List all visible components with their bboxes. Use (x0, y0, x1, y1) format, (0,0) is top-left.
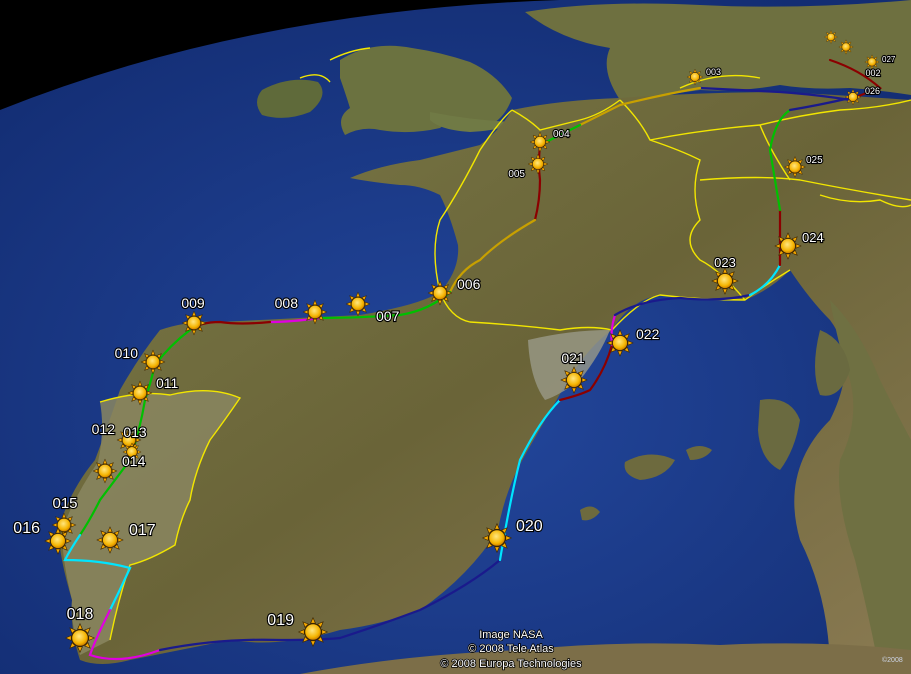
waypoint-label: 023 (714, 255, 736, 270)
sun-icon[interactable] (529, 131, 551, 153)
waypoint-label: 008 (275, 295, 299, 311)
sun-icon[interactable] (560, 366, 588, 394)
sun-icon[interactable] (784, 156, 806, 178)
waypoint-label: 007 (376, 308, 400, 324)
waypoint-label: 016 (13, 520, 40, 537)
waypoint-label: 012 (92, 421, 116, 437)
waypoint-label: 011 (156, 375, 179, 391)
waypoint-label: 014 (122, 453, 146, 469)
waypoint-label: 005 (508, 169, 525, 180)
sun-icon[interactable] (606, 329, 634, 357)
sun-icon[interactable] (482, 523, 512, 553)
waypoint-label: 027 (882, 55, 896, 64)
sun-icon[interactable] (427, 280, 453, 306)
sun-icon[interactable] (686, 68, 704, 86)
waypoint-label: 004 (553, 129, 570, 140)
waypoint-label: 017 (129, 522, 156, 539)
corner-copyright: ©2008 (882, 656, 903, 664)
attribution-line-3: © 2008 Europa Technologies (440, 658, 582, 670)
waypoint-label: 021 (561, 350, 585, 366)
waypoint-label: 002 (865, 68, 880, 78)
waypoint-label: 019 (267, 612, 294, 629)
sun-icon[interactable] (92, 458, 118, 484)
sun-icon[interactable] (44, 527, 72, 555)
sun-icon[interactable] (181, 310, 207, 336)
sun-icon[interactable] (96, 526, 124, 554)
attribution-line-1: Image NASA (479, 629, 543, 641)
sun-icon[interactable] (864, 54, 880, 70)
attribution-line-2: © 2008 Tele Atlas (468, 643, 554, 655)
sun-icon[interactable] (527, 153, 549, 175)
sun-icon[interactable] (302, 299, 328, 325)
waypoint-label: 006 (457, 276, 481, 292)
waypoint-label: 018 (67, 606, 94, 623)
waypoint-label: 015 (52, 495, 77, 512)
waypoint-label: 026 (865, 86, 880, 96)
sun-icon[interactable] (140, 349, 166, 375)
sun-icon[interactable] (65, 623, 95, 653)
sun-icon[interactable] (774, 232, 802, 260)
sun-icon[interactable] (711, 267, 739, 295)
waypoint-label: 025 (806, 155, 823, 166)
sun-icon[interactable] (844, 88, 862, 106)
waypoint-label: 013 (123, 424, 147, 440)
waypoint-label: 024 (802, 230, 824, 245)
sun-icon[interactable] (298, 617, 328, 647)
sun-icon[interactable] (838, 39, 854, 55)
sun-icon[interactable] (824, 30, 838, 44)
sun-icon[interactable] (345, 291, 371, 317)
satellite-map[interactable]: 002 003 004 005 006 007 008 009 010 011 012 013 014 0… (0, 0, 911, 674)
sun-icon[interactable] (127, 380, 153, 406)
waypoint-label: 022 (636, 326, 660, 342)
waypoint-label: 003 (706, 67, 721, 77)
waypoint-label: 010 (115, 345, 139, 361)
waypoint-label: 009 (181, 295, 205, 311)
waypoint-label: 020 (516, 518, 543, 535)
